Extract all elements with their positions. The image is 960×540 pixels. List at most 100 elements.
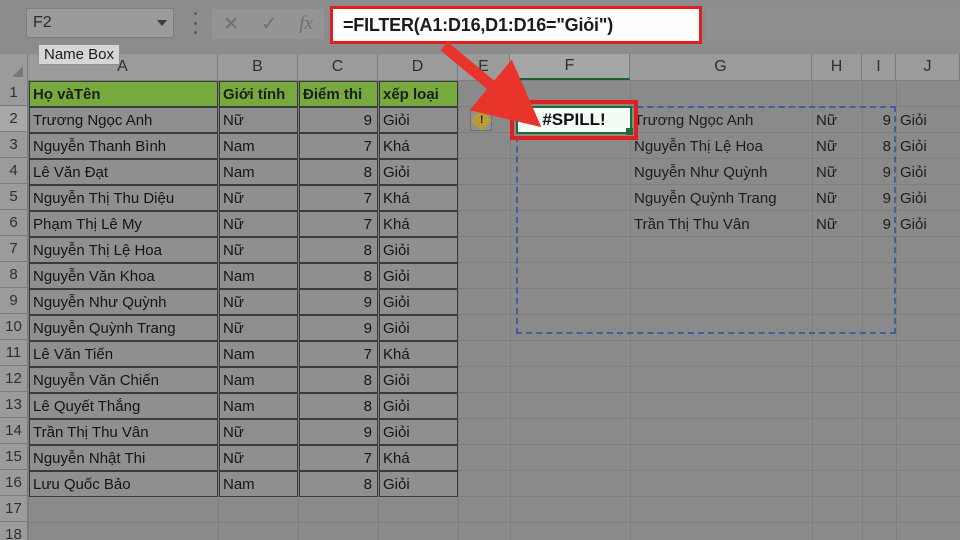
row-header-7[interactable]: 7 (0, 236, 28, 262)
table-cell[interactable]: 7 (299, 445, 378, 471)
row-header-3[interactable]: 3 (0, 132, 28, 158)
table-cell[interactable]: Nữ (219, 445, 298, 471)
row-header-12[interactable]: 12 (0, 366, 28, 392)
table-cell[interactable]: Giỏi (379, 419, 458, 445)
table-cell[interactable]: 8 (299, 367, 378, 393)
table-cell[interactable]: Nữ (219, 289, 298, 315)
table-cell[interactable]: Nguyễn Văn Khoa (29, 263, 218, 289)
table-cell[interactable]: Trương Ngọc Anh (29, 107, 218, 133)
table-cell[interactable]: Giỏi (379, 237, 458, 263)
table-cell[interactable]: Nguyễn Thanh Bình (29, 133, 218, 159)
spill-preview-cell[interactable]: 9 (863, 211, 896, 237)
table-cell[interactable]: Nam (219, 263, 298, 289)
table-cell[interactable]: Nam (219, 159, 298, 185)
table-cell[interactable]: Nguyễn Thị Lệ Hoa (29, 237, 218, 263)
table-cell[interactable]: Lê Văn Tiến (29, 341, 218, 367)
table-cell[interactable]: Nữ (219, 211, 298, 237)
row-header-17[interactable]: 17 (0, 496, 28, 522)
table-cell[interactable]: 9 (299, 315, 378, 341)
table-cell[interactable]: Nữ (219, 107, 298, 133)
row-header-13[interactable]: 13 (0, 392, 28, 418)
chevron-down-icon[interactable] (157, 20, 167, 26)
table-cell[interactable]: Nữ (219, 185, 298, 211)
table-cell[interactable]: Khá (379, 341, 458, 367)
fx-icon[interactable]: fx (299, 13, 313, 35)
table-cell[interactable]: Giỏi (379, 367, 458, 393)
spill-preview-cell[interactable]: Giỏi (897, 211, 960, 237)
spill-preview-cell[interactable]: Giỏi (897, 159, 960, 185)
spill-preview-cell[interactable]: Trương Ngọc Anh (631, 107, 812, 133)
table-cell[interactable]: Nam (219, 341, 298, 367)
table-cell[interactable]: Giỏi (379, 393, 458, 419)
table-cell[interactable]: 8 (299, 159, 378, 185)
table-cell[interactable]: Lê Quyết Thắng (29, 393, 218, 419)
spill-preview-cell[interactable]: Nguyễn Thị Lệ Hoa (631, 133, 812, 159)
spill-preview-cell[interactable]: Giỏi (897, 133, 960, 159)
column-header-c[interactable]: C (298, 54, 378, 80)
table-header-cell[interactable]: Giới tính (219, 81, 298, 107)
table-cell[interactable]: Nữ (219, 419, 298, 445)
column-header-i[interactable]: I (862, 54, 896, 80)
table-cell[interactable]: 9 (299, 107, 378, 133)
select-all-corner[interactable] (0, 54, 28, 80)
row-header-4[interactable]: 4 (0, 158, 28, 184)
table-cell[interactable]: Phạm Thị Lê My (29, 211, 218, 237)
check-icon[interactable]: ✓ (261, 15, 277, 34)
column-header-j[interactable]: J (896, 54, 960, 80)
table-cell[interactable]: Lê Văn Đạt (29, 159, 218, 185)
row-header-9[interactable]: 9 (0, 288, 28, 314)
spill-preview-cell[interactable]: Nữ (813, 107, 862, 133)
table-cell[interactable]: Nữ (219, 315, 298, 341)
row-header-6[interactable]: 6 (0, 210, 28, 236)
row-header-14[interactable]: 14 (0, 418, 28, 444)
table-cell[interactable]: 9 (299, 419, 378, 445)
table-cell[interactable]: Trần Thị Thu Vân (29, 419, 218, 445)
table-cell[interactable]: Nguyễn Thị Thu Diệu (29, 185, 218, 211)
row-header-16[interactable]: 16 (0, 470, 28, 496)
spill-preview-cell[interactable]: 9 (863, 159, 896, 185)
row-header-11[interactable]: 11 (0, 340, 28, 366)
table-cell[interactable]: Khá (379, 133, 458, 159)
table-cell[interactable]: 7 (299, 211, 378, 237)
column-header-b[interactable]: B (218, 54, 298, 80)
table-cell[interactable]: Nam (219, 393, 298, 419)
table-header-cell[interactable]: Điểm thi (299, 81, 378, 107)
close-icon[interactable]: ✕ (223, 15, 239, 34)
table-cell[interactable]: 8 (299, 237, 378, 263)
table-cell[interactable]: Nguyễn Văn Chiến (29, 367, 218, 393)
table-cell[interactable]: Khá (379, 211, 458, 237)
table-cell[interactable]: 9 (299, 289, 378, 315)
table-cell[interactable]: Khá (379, 185, 458, 211)
table-cell[interactable]: Nam (219, 133, 298, 159)
table-cell[interactable]: 7 (299, 341, 378, 367)
table-cell[interactable]: Giỏi (379, 471, 458, 497)
formula-bar-grip[interactable] (190, 12, 200, 34)
spill-preview-cell[interactable]: Nữ (813, 211, 862, 237)
table-cell[interactable]: Nguyễn Quỳnh Trang (29, 315, 218, 341)
spill-preview-cell[interactable]: Giỏi (897, 185, 960, 211)
spill-preview-cell[interactable]: 8 (863, 133, 896, 159)
table-cell[interactable]: Khá (379, 445, 458, 471)
table-cell[interactable]: 7 (299, 185, 378, 211)
row-header-2[interactable]: 2 (0, 106, 28, 132)
table-cell[interactable]: Nam (219, 367, 298, 393)
row-header-15[interactable]: 15 (0, 444, 28, 470)
table-cell[interactable]: Nữ (219, 237, 298, 263)
row-header-8[interactable]: 8 (0, 262, 28, 288)
row-header-10[interactable]: 10 (0, 314, 28, 340)
table-cell[interactable]: 8 (299, 471, 378, 497)
table-cell[interactable]: Nguyễn Như Quỳnh (29, 289, 218, 315)
row-header-18[interactable]: 18 (0, 522, 28, 540)
spill-preview-cell[interactable]: Trần Thị Thu Vân (631, 211, 812, 237)
table-cell[interactable]: 7 (299, 133, 378, 159)
table-cell[interactable]: Giỏi (379, 315, 458, 341)
spill-preview-cell[interactable]: 9 (863, 107, 896, 133)
name-box[interactable]: F2 (26, 8, 174, 38)
spill-preview-cell[interactable]: Nữ (813, 185, 862, 211)
table-cell[interactable]: Nam (219, 471, 298, 497)
table-header-cell[interactable]: Họ vàTên (29, 81, 218, 107)
spill-preview-cell[interactable]: Nguyễn Như Quỳnh (631, 159, 812, 185)
table-cell[interactable]: Lưu Quốc Bảo (29, 471, 218, 497)
column-header-g[interactable]: G (630, 54, 812, 80)
spill-preview-cell[interactable]: Nữ (813, 133, 862, 159)
